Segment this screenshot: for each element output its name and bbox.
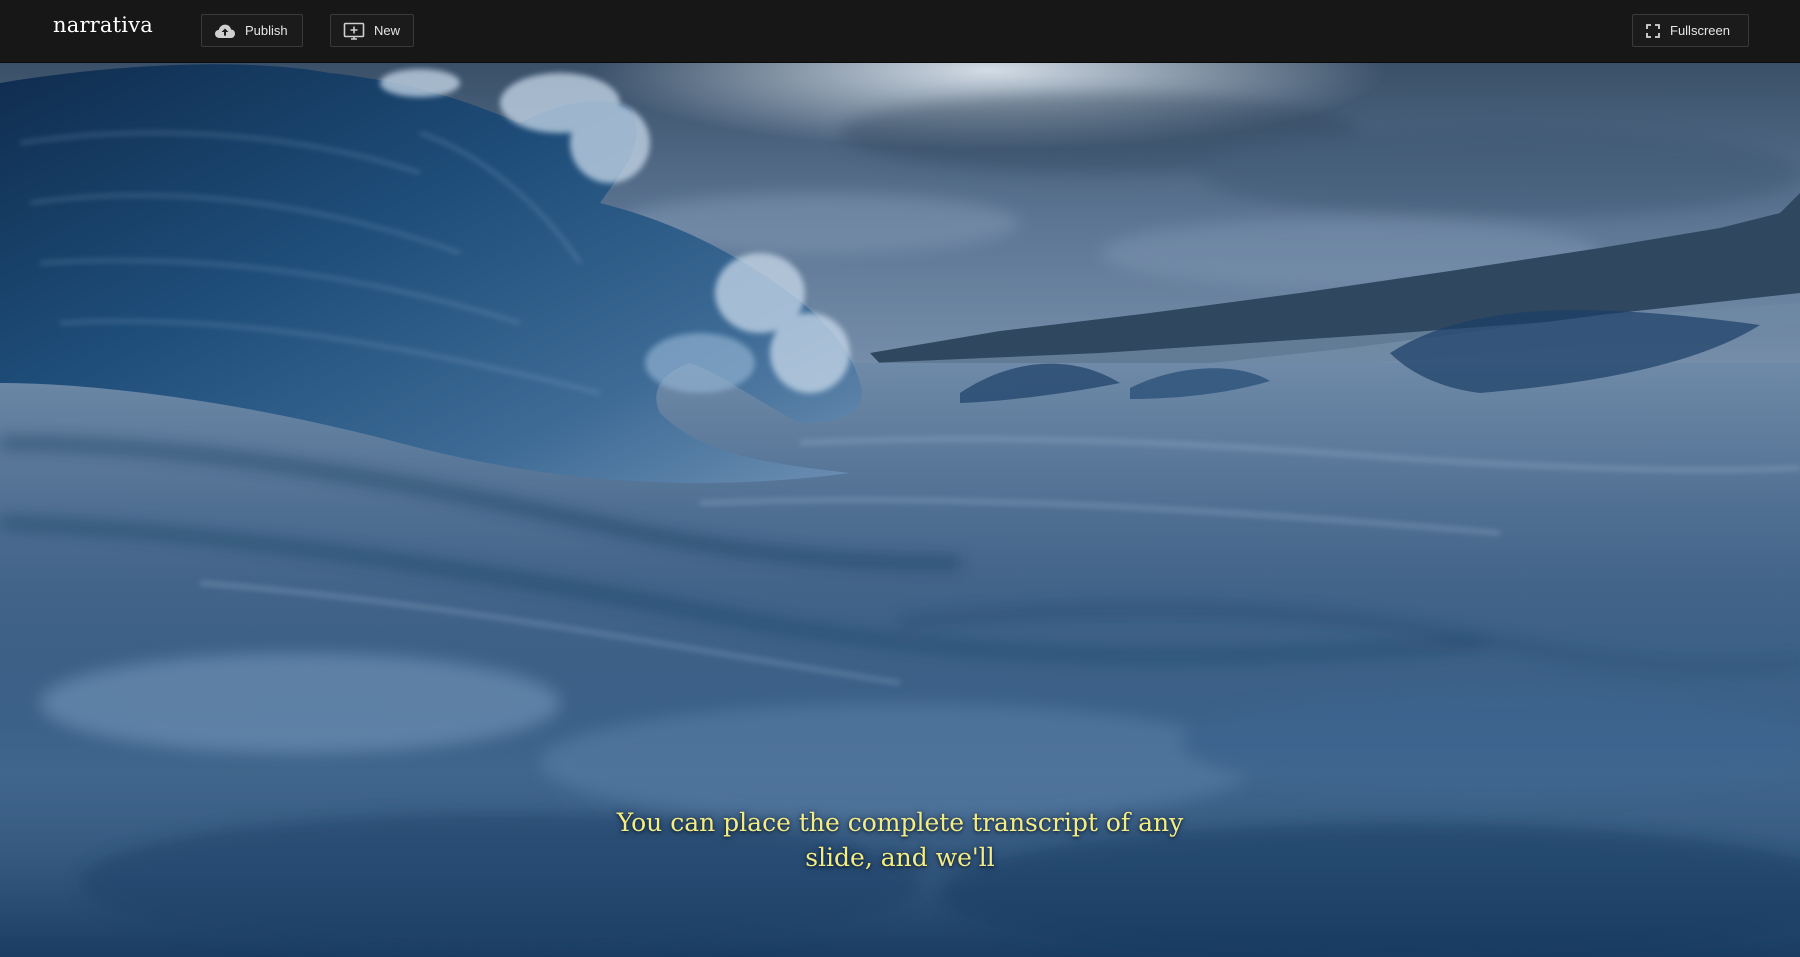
fullscreen-label: Fullscreen bbox=[1670, 23, 1730, 38]
top-toolbar: narrativa Publish New Fullscreen bbox=[0, 0, 1800, 63]
slide-caption[interactable]: You can place the complete transcript of… bbox=[600, 805, 1200, 875]
fullscreen-icon bbox=[1645, 23, 1661, 39]
publish-label: Publish bbox=[245, 23, 288, 38]
new-button[interactable]: New bbox=[330, 14, 414, 47]
fullscreen-button[interactable]: Fullscreen bbox=[1632, 14, 1749, 47]
new-label: New bbox=[374, 23, 401, 38]
app-logo[interactable]: narrativa bbox=[53, 13, 153, 37]
slide-canvas[interactable]: You can place the complete transcript of… bbox=[0, 63, 1800, 957]
new-slide-icon bbox=[343, 22, 365, 40]
app-window: narrativa Publish New Fullscreen You can… bbox=[0, 0, 1800, 957]
publish-button[interactable]: Publish bbox=[201, 14, 303, 47]
cloud-upload-icon bbox=[214, 23, 236, 39]
